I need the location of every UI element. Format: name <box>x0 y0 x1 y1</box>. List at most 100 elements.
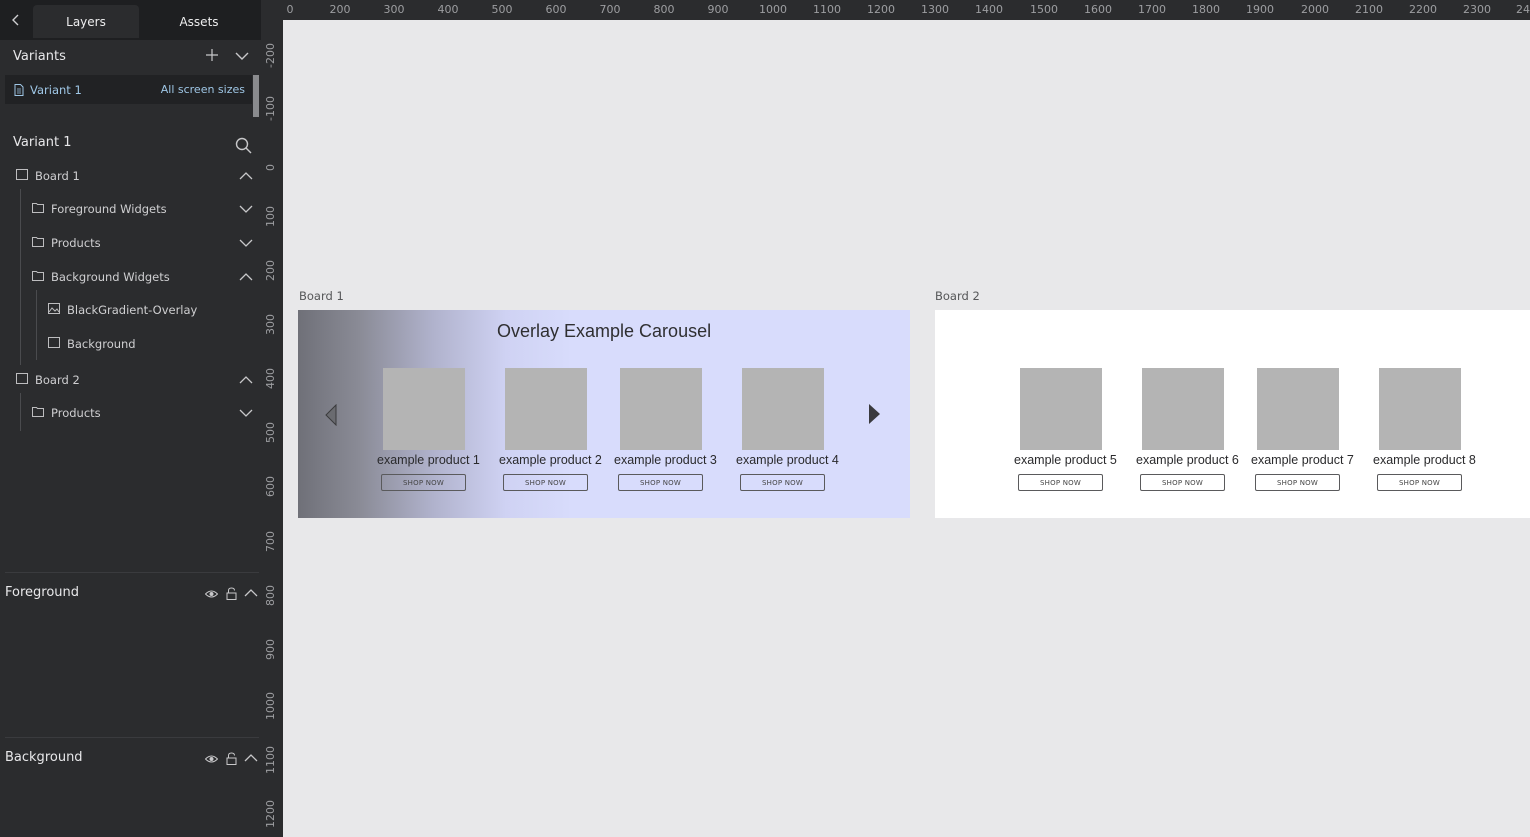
variants-scrollbar[interactable] <box>253 75 259 117</box>
shop-now-button[interactable]: SHOP NOW <box>1255 474 1340 491</box>
vertical-ruler[interactable]: -200 -100 0 100 200 300 400 500 600 700 … <box>261 20 283 837</box>
ruler-tick: 100 <box>264 206 277 227</box>
design-canvas[interactable]: Board 1 Board 2 Overlay Example Carousel… <box>283 20 1530 837</box>
layer-products[interactable]: Products <box>0 399 261 427</box>
layers-title: Variant 1 <box>13 135 72 150</box>
back-button[interactable] <box>4 5 28 35</box>
folder-icon <box>32 407 44 417</box>
product-card[interactable]: example product 1 SHOP NOW <box>377 368 493 498</box>
carousel-prev-arrow[interactable] <box>325 404 337 426</box>
eye-icon[interactable] <box>205 754 218 764</box>
product-card[interactable]: example product 7 SHOP NOW <box>1251 368 1367 498</box>
tab-assets[interactable]: Assets <box>143 5 255 38</box>
product-name: example product 1 <box>377 453 480 467</box>
folder-icon <box>32 203 44 213</box>
carousel-next-arrow[interactable] <box>868 403 881 425</box>
section-divider <box>5 572 259 573</box>
chevron-up-icon[interactable] <box>239 171 253 181</box>
product-image-placeholder[interactable] <box>1020 368 1102 450</box>
product-image-placeholder[interactable] <box>383 368 465 450</box>
product-name: example product 4 <box>736 453 839 467</box>
chevron-up-icon[interactable] <box>244 753 258 763</box>
chevron-up-icon[interactable] <box>239 375 253 385</box>
horizontal-ruler[interactable]: 0 200 300 400 500 600 700 800 900 1000 1… <box>261 0 1530 20</box>
ruler-tick: 400 <box>264 368 277 389</box>
product-card[interactable]: example product 8 SHOP NOW <box>1373 368 1489 498</box>
background-section[interactable]: Background <box>0 745 261 773</box>
ruler-tick: -100 <box>264 96 277 121</box>
variants-header: Variants <box>0 40 261 74</box>
layer-background-widgets[interactable]: Background Widgets <box>0 263 261 291</box>
ruler-tick: 1300 <box>921 3 949 16</box>
image-icon <box>48 303 60 314</box>
carousel-title[interactable]: Overlay Example Carousel <box>497 321 711 342</box>
ruler-tick: 2300 <box>1463 3 1491 16</box>
layer-background[interactable]: Background <box>0 330 261 358</box>
chevron-down-icon[interactable] <box>234 50 250 62</box>
chevron-down-icon[interactable] <box>239 204 253 214</box>
shop-now-button[interactable]: SHOP NOW <box>1377 474 1462 491</box>
chevron-down-icon[interactable] <box>239 408 253 418</box>
ruler-tick: 1200 <box>264 800 277 828</box>
chevron-down-icon[interactable] <box>239 238 253 248</box>
ruler-tick: 1000 <box>264 692 277 720</box>
chevron-up-icon[interactable] <box>244 588 258 598</box>
layer-label: Background Widgets <box>51 270 170 284</box>
product-image-placeholder[interactable] <box>1257 368 1339 450</box>
shop-now-button[interactable]: SHOP NOW <box>1140 474 1225 491</box>
shop-now-button[interactable]: SHOP NOW <box>740 474 825 491</box>
product-image-placeholder[interactable] <box>742 368 824 450</box>
product-image-placeholder[interactable] <box>1142 368 1224 450</box>
board-2-label[interactable]: Board 2 <box>935 289 980 303</box>
product-card[interactable]: example product 3 SHOP NOW <box>614 368 730 498</box>
ruler-tick: 400 <box>437 3 459 16</box>
search-icon[interactable] <box>235 137 252 154</box>
board-2[interactable]: example product 5 SHOP NOW example produ… <box>935 310 1530 518</box>
tab-layers[interactable]: Layers <box>33 5 139 38</box>
board-1-label[interactable]: Board 1 <box>299 289 344 303</box>
layer-board-1[interactable]: Board 1 <box>0 162 261 190</box>
board-1[interactable]: Overlay Example Carousel example product… <box>298 310 910 518</box>
ruler-tick: 200 <box>264 260 277 281</box>
product-image-placeholder[interactable] <box>505 368 587 450</box>
chevron-up-icon[interactable] <box>239 272 253 282</box>
product-image-placeholder[interactable] <box>1379 368 1461 450</box>
layer-foreground-widgets[interactable]: Foreground Widgets <box>0 195 261 223</box>
section-title: Background <box>5 750 83 765</box>
layer-label: Foreground Widgets <box>51 202 167 216</box>
layer-blackgradient-overlay[interactable]: BlackGradient-Overlay <box>0 296 261 324</box>
shop-now-button[interactable]: SHOP NOW <box>503 474 588 491</box>
foreground-section[interactable]: Foreground <box>0 580 261 608</box>
add-variant-button[interactable] <box>206 47 218 65</box>
ruler-tick: 500 <box>491 3 513 16</box>
board-icon <box>16 169 28 180</box>
ruler-tick: 1100 <box>264 746 277 774</box>
product-card[interactable]: example product 4 SHOP NOW <box>736 368 852 498</box>
ruler-tick: 24 <box>1516 3 1530 16</box>
layer-products[interactable]: Products <box>0 229 261 257</box>
shop-now-button[interactable]: SHOP NOW <box>381 474 466 491</box>
layer-label: Products <box>51 406 101 420</box>
shop-now-button[interactable]: SHOP NOW <box>1018 474 1103 491</box>
plus-icon <box>206 49 218 61</box>
lock-icon[interactable] <box>226 587 237 600</box>
layer-label: Board 2 <box>35 373 80 387</box>
board-icon <box>16 373 28 384</box>
shop-now-button[interactable]: SHOP NOW <box>618 474 703 491</box>
ruler-tick: 1100 <box>813 3 841 16</box>
eye-icon[interactable] <box>205 589 218 599</box>
ruler-tick: 300 <box>264 314 277 335</box>
product-card[interactable]: example product 6 SHOP NOW <box>1136 368 1252 498</box>
layer-board-2[interactable]: Board 2 <box>0 366 261 394</box>
chevron-left-icon <box>12 14 19 26</box>
product-card[interactable]: example product 5 SHOP NOW <box>1014 368 1130 498</box>
product-image-placeholder[interactable] <box>620 368 702 450</box>
variant-item[interactable]: Variant 1 All screen sizes <box>5 75 252 104</box>
variants-title: Variants <box>13 49 66 64</box>
panel-tabs: Layers Assets <box>0 0 261 40</box>
lock-icon[interactable] <box>226 752 237 765</box>
ruler-tick: 1400 <box>975 3 1003 16</box>
ruler-tick: 2200 <box>1409 3 1437 16</box>
product-card[interactable]: example product 2 SHOP NOW <box>499 368 615 498</box>
rectangle-icon <box>48 337 60 348</box>
